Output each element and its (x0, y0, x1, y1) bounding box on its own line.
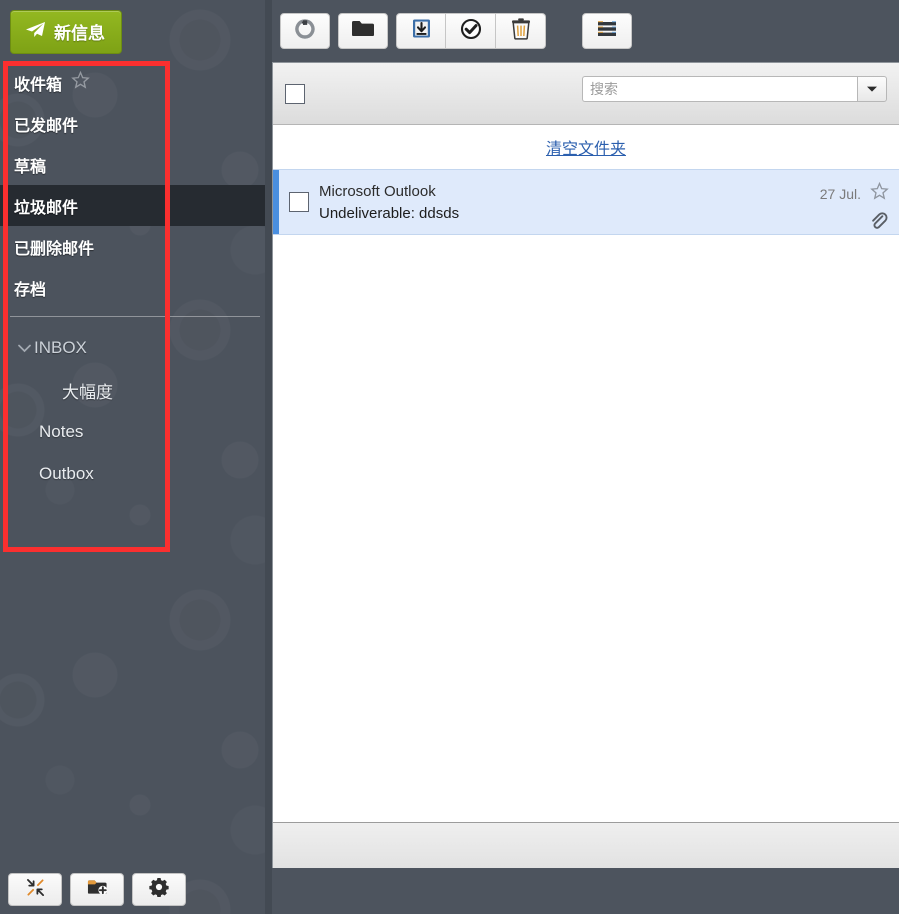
selected-accent-bar (273, 170, 279, 234)
tree-item-label: 大幅度 (62, 382, 113, 402)
folder-item-inbox[interactable]: 收件箱 (0, 62, 265, 103)
message-meta: 27 Jul. (783, 170, 899, 234)
main-panel: 清空文件夹 Microsoft Outlook Undeliverable: d… (272, 0, 899, 914)
folder-label: 存档 (14, 281, 47, 299)
message-subject: Undeliverable: ddsds (319, 205, 460, 222)
toolbar (272, 0, 899, 62)
message-meta-top: 27 Jul. (819, 181, 889, 206)
more-menu-button[interactable] (582, 13, 632, 49)
compose-button[interactable]: 新信息 (10, 10, 122, 54)
mail-client-window: 新信息 收件箱 已发邮件 草稿 垃圾邮件 已删除邮件 存档 INBOX 大幅度 … (0, 0, 899, 914)
sidebar: 新信息 收件箱 已发邮件 草稿 垃圾邮件 已删除邮件 存档 INBOX 大幅度 … (0, 0, 272, 914)
gear-icon (149, 877, 169, 902)
toolbar-group-actions (396, 13, 546, 49)
folder-label: 草稿 (14, 158, 47, 176)
folder-label: 收件箱 (14, 76, 63, 94)
check-circle-icon (460, 18, 482, 45)
folder-item-drafts[interactable]: 草稿 (0, 144, 265, 185)
folder-label: 已发邮件 (14, 117, 79, 135)
folder-item-archive[interactable]: 存档 (0, 267, 265, 308)
folder-icon (351, 19, 375, 43)
refresh-button[interactable] (280, 13, 330, 49)
attachment-icon (868, 210, 889, 235)
message-checkbox-cell (273, 170, 319, 234)
folder-item-junk[interactable]: 垃圾邮件 (0, 185, 265, 226)
table-row[interactable]: Microsoft Outlook Undeliverable: ddsds 2… (273, 169, 899, 235)
search-options-button[interactable] (857, 76, 887, 102)
folder-item-trash[interactable]: 已删除邮件 (0, 226, 265, 267)
archive-box-icon (412, 18, 431, 44)
search-area (582, 76, 887, 102)
folder-item-sent[interactable]: 已发邮件 (0, 103, 265, 144)
toolbar-group-refresh (280, 13, 330, 49)
tree-item-outbox[interactable]: Outbox (0, 453, 265, 495)
sidebar-footer (0, 865, 265, 914)
folder-button[interactable] (338, 13, 388, 49)
folder-label: 垃圾邮件 (14, 199, 79, 217)
archive-button[interactable] (396, 13, 446, 49)
toolbar-group-menu (582, 13, 632, 49)
folder-label: 已删除邮件 (14, 240, 95, 258)
add-folder-button[interactable] (70, 873, 124, 906)
delete-button[interactable] (496, 13, 546, 49)
message-list-header (273, 63, 899, 125)
chevron-down-icon[interactable] (14, 344, 34, 353)
toolbar-group-folder (338, 13, 388, 49)
message-date: 27 Jul. (819, 186, 861, 202)
folder-list: 收件箱 已发邮件 草稿 垃圾邮件 已删除邮件 存档 (0, 62, 265, 308)
message-checkbox[interactable] (289, 192, 309, 212)
tree-item-inbox[interactable]: INBOX (0, 327, 265, 369)
message-body: Microsoft Outlook Undeliverable: ddsds (319, 170, 783, 234)
tree-item-label: INBOX (34, 338, 87, 357)
sidebar-divider (10, 316, 260, 317)
hamburger-icon (595, 20, 619, 43)
star-icon[interactable] (71, 70, 90, 95)
trash-icon (511, 17, 531, 45)
collapse-button[interactable] (8, 873, 62, 906)
paper-plane-icon (25, 21, 46, 43)
mark-read-button[interactable] (446, 13, 496, 49)
purge-folder-link[interactable]: 清空文件夹 (546, 135, 626, 159)
collapse-arrows-icon (26, 878, 45, 902)
star-icon[interactable] (870, 181, 889, 206)
message-list-footer (273, 822, 899, 868)
tree-item-notes[interactable]: Notes (0, 411, 265, 453)
purge-folder-row: 清空文件夹 (273, 125, 899, 169)
compose-area: 新信息 (0, 0, 265, 54)
refresh-circle-icon (294, 18, 316, 45)
search-input[interactable] (582, 76, 857, 102)
message-sender: Microsoft Outlook (319, 183, 436, 200)
tree-item-label: Notes (39, 422, 84, 441)
compose-button-label: 新信息 (54, 24, 105, 43)
select-all-checkbox[interactable] (285, 83, 305, 104)
folder-plus-icon (87, 878, 108, 901)
tree-item-label: Outbox (39, 464, 94, 483)
folder-tree: INBOX 大幅度 Notes Outbox (0, 327, 265, 495)
message-list-panel: 清空文件夹 Microsoft Outlook Undeliverable: d… (272, 62, 899, 868)
caret-down-icon (866, 80, 878, 98)
settings-button[interactable] (132, 873, 186, 906)
tree-item-dafudu[interactable]: 大幅度 (0, 369, 265, 411)
